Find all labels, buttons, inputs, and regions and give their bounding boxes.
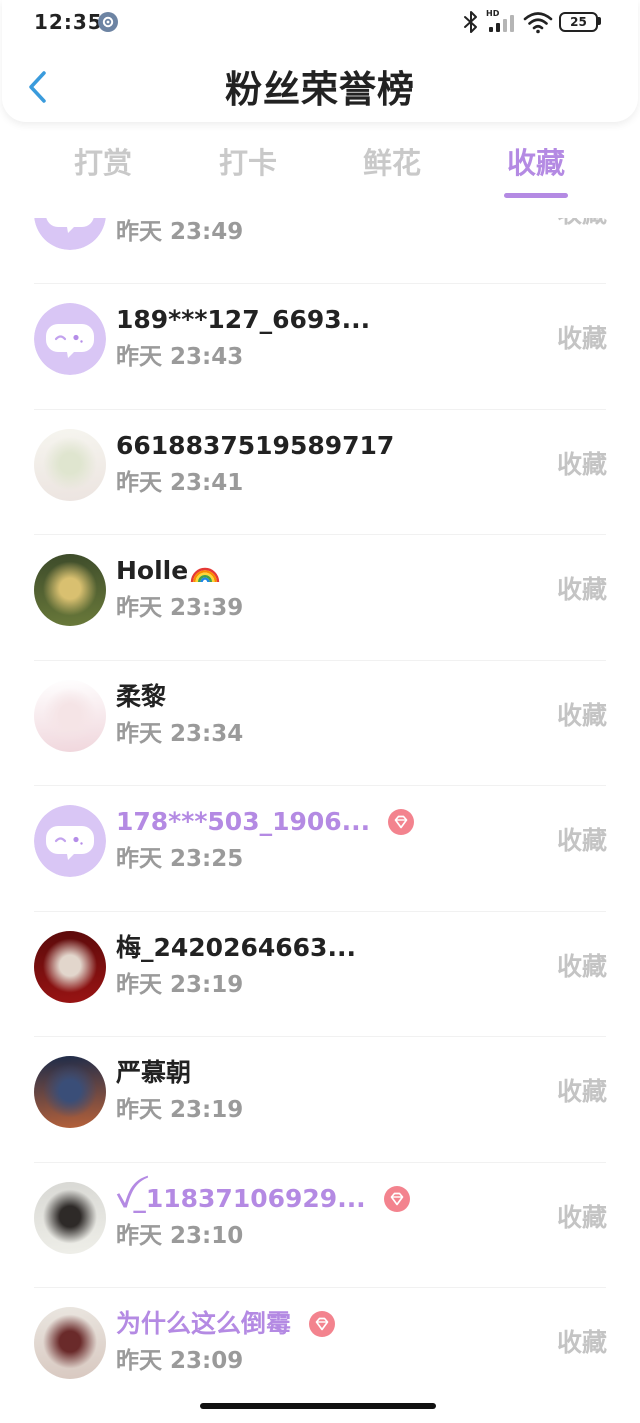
collect-label: 收藏 [556,826,607,855]
fan-time: 昨天 23:19 [116,1097,244,1123]
collect-label: 收藏 [556,951,607,981]
fan-list-content: 昨天 23:49收藏 189***127_6693...昨天 23:43收藏66… [0,218,640,1413]
header-bar: 12:35 HD 25 粉丝荣誉榜 [2,0,638,122]
fan-name-line: ꪜ_11837106929... [116,1181,410,1217]
avatar[interactable] [34,1056,106,1128]
fan-name: 梅_2420264663... [116,932,356,962]
default-avatar-icon[interactable] [34,218,106,250]
tab-checkin[interactable]: 打卡 [188,140,308,186]
fan-name-line: Holle [116,553,220,589]
list-item[interactable]: Holle 昨天 23:39 收藏 [0,534,640,660]
collect-label: 收藏 [556,700,607,730]
battery-icon: 25 [559,12,598,32]
list-item[interactable]: 柔黎昨天 23:34 收藏 [0,659,640,786]
tab-collect[interactable]: 收藏 [476,140,596,186]
avatar[interactable] [34,1181,106,1254]
collect-label: 收藏 [556,1077,607,1106]
home-indicator[interactable] [200,1403,436,1409]
fan-name: 为什么这么倒霉 [116,1309,292,1338]
tab-reward[interactable]: 打赏 [43,140,163,186]
fan-time: 昨天 23:09 [116,1348,244,1374]
fan-name: 柔黎 [116,681,167,711]
page-title: 粉丝荣誉榜 [225,68,415,111]
fan-time: 昨天 23:49 [116,218,244,245]
avatar[interactable] [34,428,106,501]
list-item[interactable]: 昨天 23:49 收藏 [0,218,640,283]
list-item[interactable]: ꪜ_11837106929... 昨天 23:10 收藏 [0,1161,640,1288]
diamond-badge-icon [383,1185,410,1212]
collect-label: 收藏 [556,324,607,353]
fan-name: Holle [116,556,189,585]
fan-time: 昨天 23:41 [116,469,244,496]
default-avatar-icon[interactable] [34,303,106,375]
fan-name-line: 6618837519589717 [116,428,394,464]
signal-icon [487,14,519,32]
default-avatar-icon[interactable] [34,805,106,877]
diamond-badge-icon [309,1311,336,1337]
fan-name: ꪜ_11837106929... [116,1183,366,1213]
diamond-badge-icon [388,809,415,835]
list-item[interactable]: 189***127_6693... 昨天 23:43 收藏 [0,283,640,409]
fan-name: 严慕朝 [116,1058,192,1087]
collect-label: 收藏 [556,449,607,479]
wifi-icon [523,10,553,34]
avatar[interactable] [34,930,106,1003]
fan-time: 昨天 23:19 [116,971,244,998]
list-item[interactable]: 为什么这么倒霉 昨天 23:09 收藏 [0,1287,640,1413]
avatar[interactable] [34,679,106,752]
status-time: 12:35 [34,10,103,34]
fan-name: 189***127_6693... [116,305,371,334]
fan-name-line: 柔黎 [116,679,166,715]
rainbow-icon [190,558,220,584]
fan-time: 昨天 23:25 [116,846,244,872]
list-item[interactable]: 178***503_1906... 昨天 23:25 收藏 [0,785,640,911]
bluetooth-icon [462,10,480,34]
fan-list[interactable]: 昨天 23:49收藏 189***127_6693...昨天 23:43收藏66… [0,218,640,1423]
fan-time: 昨天 23:39 [116,595,244,621]
collect-label: 收藏 [556,1328,607,1357]
fan-name-line: 为什么这么倒霉 [116,1306,336,1342]
active-tab-indicator [504,193,568,198]
collect-label: 收藏 [557,218,607,232]
tab-flowers[interactable]: 鲜花 [332,140,452,186]
list-item[interactable]: 严慕朝昨天 23:19 收藏 [0,1036,640,1162]
tab-bar: 打赏 打卡 鲜花 收藏 [0,138,640,208]
settings-gear-icon [98,12,118,32]
fan-name-line: 178***503_1906... [116,804,415,840]
battery-tip [598,17,601,25]
collect-label: 收藏 [556,1202,607,1232]
collect-label: 收藏 [556,575,607,604]
avatar[interactable] [34,554,106,626]
list-item[interactable]: 6618837519589717 昨天 23:41 收藏 [0,408,640,535]
fan-name-line: 189***127_6693... [116,302,370,338]
avatar[interactable] [34,1307,106,1379]
list-item[interactable]: 梅_2420264663... 昨天 23:19 收藏 [0,910,640,1037]
fan-time: 昨天 23:43 [116,344,244,370]
fan-time: 昨天 23:34 [116,720,244,747]
fan-time: 昨天 23:10 [116,1222,244,1249]
fan-name: 178***503_1906... [116,807,371,836]
fan-name: 6618837519589717 [116,430,395,460]
fan-name-line: 严慕朝 [116,1055,191,1091]
fan-name-line: 梅_2420264663... [116,930,356,966]
